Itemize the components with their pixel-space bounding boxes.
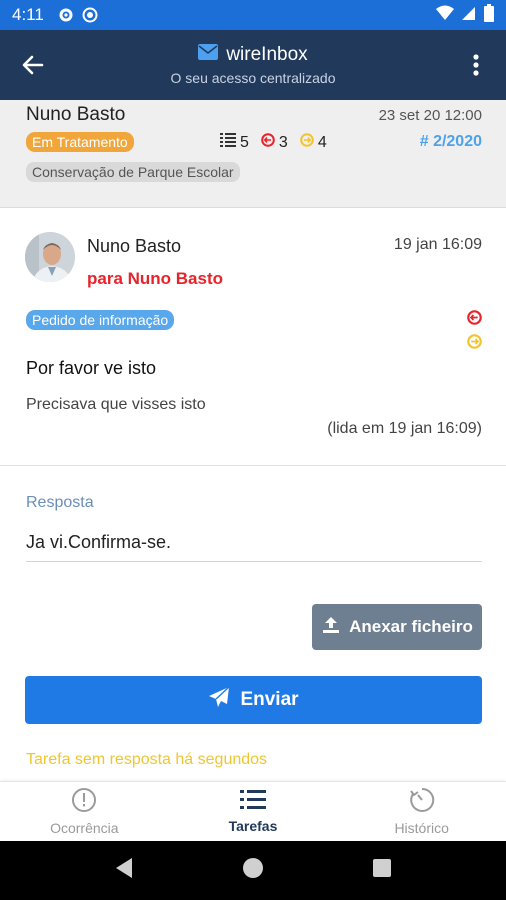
category-badge: Conservação de Parque Escolar [26,162,240,182]
message-flags [467,310,482,354]
task-count-value: 5 [240,133,249,151]
yellow-flag-count: 4 [300,133,327,152]
arrow-right-circle-icon [300,133,314,152]
send-label: Enviar [240,689,299,710]
app-title-block: wireInbox O seu acesso centralizado [0,44,506,86]
recents-square-icon[interactable] [372,858,392,883]
battery-icon [484,3,494,27]
send-button[interactable]: Enviar [25,676,482,724]
nav-item-historico[interactable]: Histórico [337,782,506,841]
timer-icon [409,787,435,816]
reply-input[interactable] [26,524,482,562]
attach-file-label: Anexar ficheiro [349,617,473,636]
status-bar: 4:11 [0,0,506,30]
message-card: Nuno Basto para Nuno Basto 19 jan 16:09 … [0,208,506,466]
red-flag-count: 3 [261,133,288,152]
back-triangle-icon[interactable] [114,857,134,884]
message-type-badge: Pedido de informação [26,310,175,330]
app-bar: wireInbox O seu acesso centralizado [0,30,506,100]
nav-label-ocorrencia: Ocorrência [50,820,119,836]
list-icon [240,789,266,814]
message-body: Precisava que visses isto [26,396,206,413]
nav-label-historico: Histórico [394,820,449,836]
reply-label: Resposta [26,494,94,511]
red-count-value: 3 [278,133,288,151]
nav-label-tarefas: Tarefas [228,818,278,834]
attach-file-button[interactable]: Anexar ficheiro [312,604,482,650]
no-reply-notice: Tarefa sem resposta há segundos [26,751,268,768]
upload-icon [321,615,341,640]
mail-icon [198,44,219,66]
nav-item-tarefas[interactable]: Tarefas [169,782,338,841]
cell-signal-icon [462,5,476,26]
arrow-left-circle-icon [261,133,275,152]
ticket-reference: # 2/2020 [419,133,482,150]
task-count: 5 [220,133,249,152]
arrow-left-circle-icon [467,310,482,330]
more-options-icon[interactable] [464,50,488,80]
app-title: wireInbox [198,44,308,66]
message-subject: Por favor ve isto [26,358,157,378]
ticket-date: 23 set 20 12:00 [378,107,482,124]
settings-gear-icon [58,7,74,23]
sync-icon [82,7,98,23]
home-circle-icon[interactable] [242,857,264,884]
app-title-text: wireInbox [226,44,308,65]
app-subtitle: O seu acesso centralizado [170,70,336,86]
wifi-icon [436,5,454,26]
yellow-count-value: 4 [317,133,327,151]
message-sender: Nuno Basto [87,236,182,256]
system-nav-bar [0,841,506,900]
message-recipient: para Nuno Basto [87,269,224,288]
status-time: 4:11 [12,5,44,24]
list-icon [220,133,236,152]
bottom-nav: Ocorrência Tarefas Histórico [0,781,506,841]
ticket-header[interactable]: Nuno Basto 23 set 20 12:00 Em Tratamento… [0,100,506,208]
ticket-author: Nuno Basto [26,104,126,125]
alert-circle-icon [71,787,97,816]
message-date: 19 jan 16:09 [393,236,482,253]
nav-item-ocorrencia[interactable]: Ocorrência [0,782,169,841]
arrow-right-circle-icon [467,334,482,354]
paper-plane-icon [208,686,230,714]
avatar [25,232,75,282]
ticket-counts: 5 3 4 [220,133,327,152]
read-status: (lida em 19 jan 16:09) [327,420,482,437]
status-badge: Em Tratamento [26,132,134,152]
